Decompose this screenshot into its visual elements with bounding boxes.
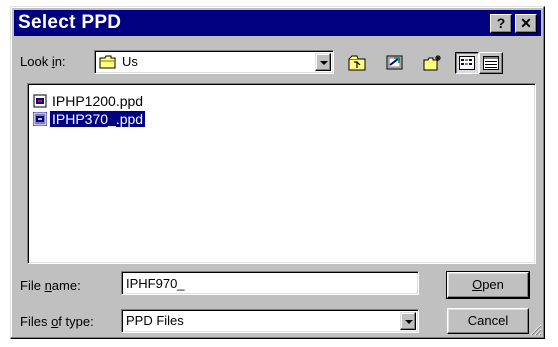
look-in-label-suffix: n: (54, 54, 66, 69)
file-item-selected[interactable]: IPHP370_.ppd (33, 109, 147, 128)
new-folder-icon (423, 55, 441, 71)
look-in-value: Us (122, 54, 138, 69)
open-button[interactable]: Open (446, 271, 530, 299)
look-in-label: Look in: (20, 54, 66, 69)
file-name-label-suffix: ame: (51, 278, 81, 293)
file-name-label-key: n (44, 278, 52, 293)
close-button[interactable]: ✕ (515, 14, 537, 33)
resize-grip-icon[interactable] (530, 324, 542, 336)
file-type-value-wrap: PPD Files (126, 313, 184, 328)
details-view-button[interactable] (479, 52, 503, 74)
look-in-combo[interactable]: Us (94, 50, 334, 74)
file-name: IPHP370_.ppd (48, 109, 147, 128)
cancel-button[interactable]: Cancel (447, 308, 529, 334)
list-view-button[interactable] (455, 52, 479, 74)
list-view-icon (459, 56, 475, 70)
look-in-label-prefix: Look (20, 54, 52, 69)
file-item[interactable]: IPHP1200.ppd (33, 92, 145, 109)
file-name: IPHP1200.ppd (52, 92, 144, 109)
look-in-dropdown-arrow[interactable] (315, 53, 331, 71)
file-type-value: PPD Files (126, 313, 184, 328)
open-button-label: pen (482, 277, 504, 292)
details-view-icon (483, 56, 499, 70)
title-bar[interactable]: Select PPD ? ✕ (14, 10, 541, 36)
file-name-label-prefix: File (20, 278, 45, 293)
desktop-button[interactable] (383, 52, 407, 74)
ppd-file-icon (33, 111, 47, 126)
look-in-value-wrap: Us (99, 54, 138, 69)
new-folder-button[interactable] (421, 52, 445, 74)
ppd-file-icon (33, 94, 47, 107)
file-type-label-prefix: Files (20, 314, 52, 329)
help-button[interactable]: ? (490, 14, 512, 33)
file-name-input[interactable]: IPHF970_ (121, 271, 419, 295)
file-name-value: IPHF970_ (126, 276, 185, 291)
file-list[interactable]: IPHP1200.ppd IPHP370_.ppd (27, 83, 536, 264)
up-one-level-button[interactable] (345, 52, 369, 74)
desktop-icon (386, 55, 403, 70)
folder-icon (99, 55, 116, 68)
select-ppd-dialog: Select PPD ? ✕ Look in: Us IPHP1200.ppd … (10, 6, 545, 339)
file-type-label-suffix: f type: (58, 314, 94, 329)
window-title: Select PPD (18, 12, 122, 33)
file-type-dropdown-arrow[interactable] (400, 312, 416, 330)
file-name-label: File name: (20, 278, 81, 293)
file-type-label: Files of type: (20, 314, 94, 329)
file-type-combo[interactable]: PPD Files (121, 309, 419, 333)
up-one-level-icon (348, 55, 366, 71)
open-button-key: O (472, 277, 483, 292)
